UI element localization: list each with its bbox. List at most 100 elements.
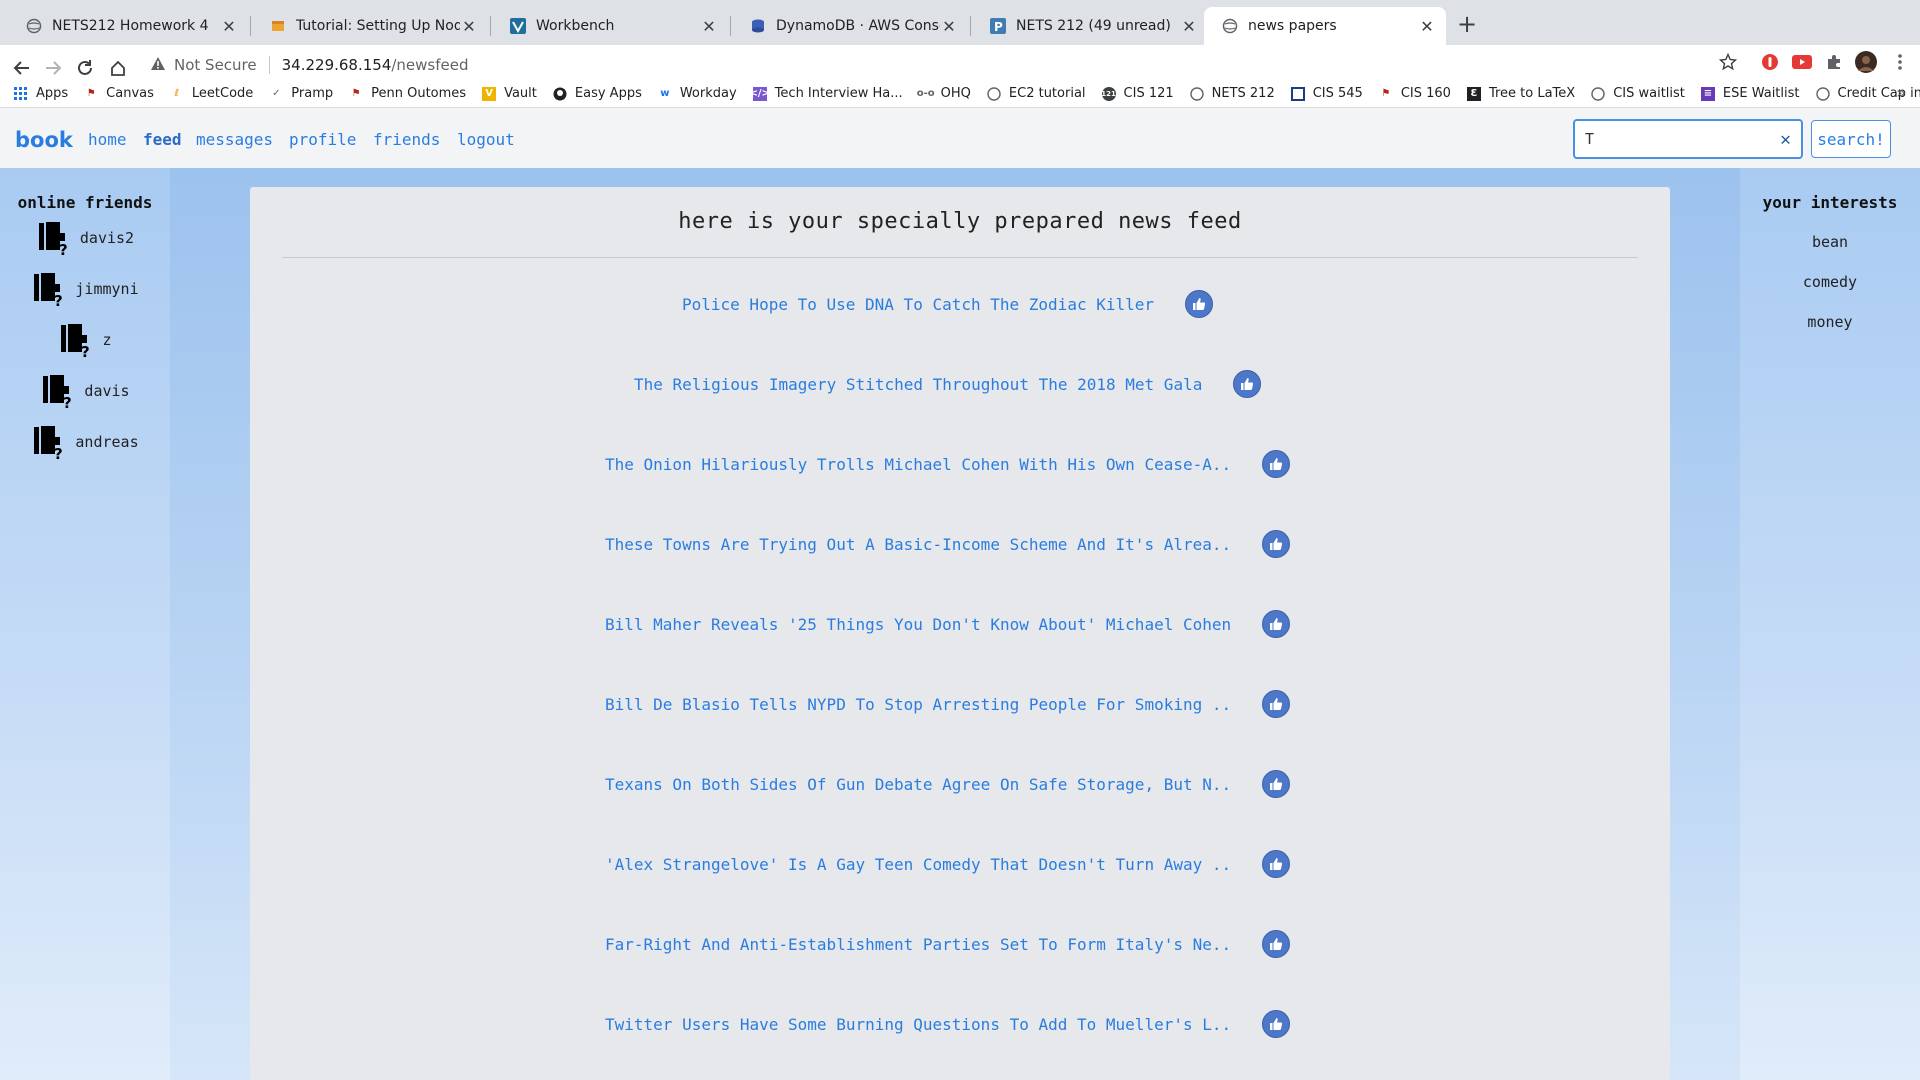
like-thumbs-up-icon[interactable]: [1262, 850, 1290, 878]
profile-avatar-icon[interactable]: [1854, 50, 1878, 74]
bookmark-leetcode[interactable]: ℓ LeetCode: [170, 86, 254, 101]
site-brand[interactable]: book: [15, 128, 73, 152]
interest-item[interactable]: bean: [1740, 233, 1920, 251]
bookmark-apps[interactable]: Apps: [14, 86, 68, 101]
reload-icon[interactable]: [70, 53, 100, 83]
url-path[interactable]: /newsfeed: [391, 56, 468, 74]
tab-close-icon[interactable]: ✕: [1418, 17, 1436, 36]
bookmark-pramp[interactable]: ✓ Pramp: [269, 86, 333, 101]
bookmarks-overflow-icon[interactable]: »: [1896, 83, 1906, 102]
bookmark-tree-to-latex[interactable]: Ɛ Tree to LaTeX: [1466, 86, 1575, 101]
article-link[interactable]: Texans On Both Sides Of Gun Debate Agree…: [605, 775, 1231, 794]
bookmark-ec2-tutorial[interactable]: EC2 tutorial: [987, 86, 1086, 101]
browser-tab[interactable]: DynamoDB · AWS Console ✕: [732, 7, 968, 45]
bookmark-label: Workday: [679, 86, 737, 101]
like-thumbs-up-icon[interactable]: [1262, 930, 1290, 958]
bookmark-ese-waitlist[interactable]: ≡ ESE Waitlist: [1700, 86, 1800, 101]
interest-item[interactable]: comedy: [1740, 273, 1920, 291]
bookmark-label: CIS 121: [1123, 86, 1174, 101]
bookmark-penn-outomes[interactable]: ⚑ Penn Outomes: [349, 86, 466, 101]
dynamodb-icon: [750, 18, 766, 34]
adblock-extension-icon[interactable]: [1758, 50, 1782, 74]
like-thumbs-up-icon[interactable]: [1262, 1010, 1290, 1038]
tab-close-icon[interactable]: ✕: [700, 17, 718, 36]
forward-arrow-icon[interactable]: [38, 53, 68, 83]
article-link[interactable]: The Onion Hilariously Trolls Michael Coh…: [605, 455, 1231, 474]
article-link[interactable]: Far-Right And Anti-Establishment Parties…: [605, 935, 1231, 954]
like-thumbs-up-icon[interactable]: [1185, 290, 1213, 318]
bookmark-nets212[interactable]: NETS 212: [1189, 86, 1275, 101]
bookmark-cis121[interactable]: 121 CIS 121: [1101, 86, 1174, 101]
search-button[interactable]: search!: [1811, 120, 1891, 158]
warning-icon[interactable]: [150, 56, 166, 76]
svg-text:?: ?: [54, 445, 63, 460]
globe-icon: [26, 18, 42, 34]
friend-item[interactable]: ? davis: [0, 371, 170, 411]
like-thumbs-up-icon[interactable]: [1262, 770, 1290, 798]
bookmark-cis545[interactable]: CIS 545: [1290, 86, 1363, 101]
bookmark-easy-apps[interactable]: Easy Apps: [553, 86, 642, 101]
browser-menu-icon[interactable]: [1888, 50, 1912, 74]
bookmark-vault[interactable]: V Vault: [482, 86, 537, 101]
article-row: Police Hope To Use DNA To Catch The Zodi…: [250, 285, 1670, 325]
article-link[interactable]: These Towns Are Trying Out A Basic-Incom…: [605, 535, 1231, 554]
tab-close-icon[interactable]: ✕: [460, 17, 478, 36]
nav-home-link[interactable]: home: [88, 130, 127, 149]
browser-tab[interactable]: NETS212 Homework 4 ✕: [8, 7, 248, 45]
nav-logout-link[interactable]: logout: [457, 130, 515, 149]
like-thumbs-up-icon[interactable]: [1262, 690, 1290, 718]
article-link[interactable]: Bill Maher Reveals '25 Things You Don't …: [605, 615, 1231, 634]
star-bookmark-icon[interactable]: [1716, 50, 1740, 74]
bookmark-tech-interview[interactable]: </> Tech Interview Ha...: [749, 86, 902, 101]
like-thumbs-up-icon[interactable]: [1262, 450, 1290, 478]
nav-profile-link[interactable]: profile: [289, 130, 356, 149]
tab-close-icon[interactable]: ✕: [1180, 17, 1198, 36]
tab-close-icon[interactable]: ✕: [220, 17, 238, 36]
clear-search-icon[interactable]: ✕: [1780, 129, 1791, 150]
bookmark-ohq[interactable]: o-o OHQ: [917, 86, 971, 101]
url-host[interactable]: 34.229.68.154: [282, 56, 392, 74]
like-thumbs-up-icon[interactable]: [1262, 530, 1290, 558]
svg-text:?: ?: [54, 292, 63, 307]
nav-feed-link[interactable]: feed: [143, 130, 182, 149]
new-tab-icon[interactable]: +: [1453, 10, 1481, 38]
bookmark-cis160[interactable]: ⚑ CIS 160: [1379, 86, 1451, 101]
extensions-puzzle-icon[interactable]: [1822, 50, 1846, 74]
friend-item[interactable]: ? jimmyni: [0, 269, 170, 309]
search-input[interactable]: [1585, 130, 1765, 148]
nav-messages-link[interactable]: messages: [196, 130, 273, 149]
like-thumbs-up-icon[interactable]: [1262, 610, 1290, 638]
bookmark-workday[interactable]: w Workday: [658, 86, 737, 101]
bookmarks-bar: Apps ⚑ Canvas ℓ LeetCode ✓ Pramp ⚑ Penn Outo…: [0, 80, 1920, 108]
back-arrow-icon[interactable]: [7, 53, 37, 83]
friend-name: jimmyni: [75, 280, 139, 298]
youtube-extension-icon[interactable]: [1790, 50, 1814, 74]
security-status[interactable]: Not Secure: [174, 56, 257, 74]
bookmark-cis-waitlist[interactable]: CIS waitlist: [1591, 86, 1685, 101]
tab-close-icon[interactable]: ✕: [940, 17, 958, 36]
address-bar[interactable]: Not Secure 34.229.68.154/newsfeed: [142, 50, 469, 80]
svg-text:?: ?: [81, 343, 90, 358]
bookmark-canvas[interactable]: ⚑ Canvas: [84, 86, 154, 101]
nav-friends-link[interactable]: friends: [373, 130, 440, 149]
browser-tab[interactable]: Tutorial: Setting Up Node.js on ✕: [252, 7, 488, 45]
vault-icon: V: [482, 86, 497, 101]
browser-tab-active[interactable]: news papers ✕: [1204, 7, 1446, 45]
like-thumbs-up-icon[interactable]: [1233, 370, 1261, 398]
tab-title: Workbench: [536, 18, 615, 34]
browser-tab[interactable]: P NETS 212 (49 unread) ✕: [972, 7, 1208, 45]
friend-item[interactable]: ? davis2: [0, 218, 170, 258]
browser-tab[interactable]: Workbench ✕: [492, 7, 728, 45]
article-link[interactable]: The Religious Imagery Stitched Throughou…: [634, 375, 1202, 394]
friend-item[interactable]: ? andreas: [0, 422, 170, 462]
article-link[interactable]: Police Hope To Use DNA To Catch The Zodi…: [682, 295, 1154, 314]
code-icon: </>: [749, 86, 770, 101]
interest-item[interactable]: money: [1740, 313, 1920, 331]
friend-item[interactable]: ? z: [0, 320, 170, 360]
article-link[interactable]: Bill De Blasio Tells NYPD To Stop Arrest…: [605, 695, 1231, 714]
home-icon[interactable]: [103, 53, 133, 83]
article-row: Bill De Blasio Tells NYPD To Stop Arrest…: [250, 685, 1670, 725]
article-link[interactable]: Twitter Users Have Some Burning Question…: [605, 1015, 1231, 1034]
article-link[interactable]: 'Alex Strangelove' Is A Gay Teen Comedy …: [605, 855, 1231, 874]
search-field[interactable]: ✕: [1573, 119, 1803, 159]
